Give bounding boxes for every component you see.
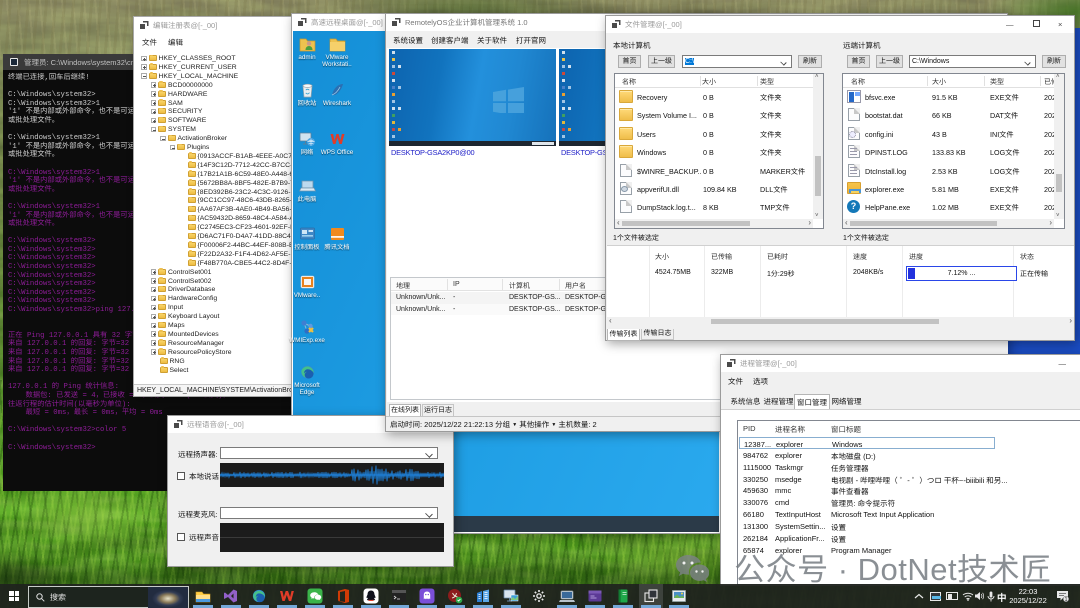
svg-text:1: 1 bbox=[1065, 597, 1068, 602]
